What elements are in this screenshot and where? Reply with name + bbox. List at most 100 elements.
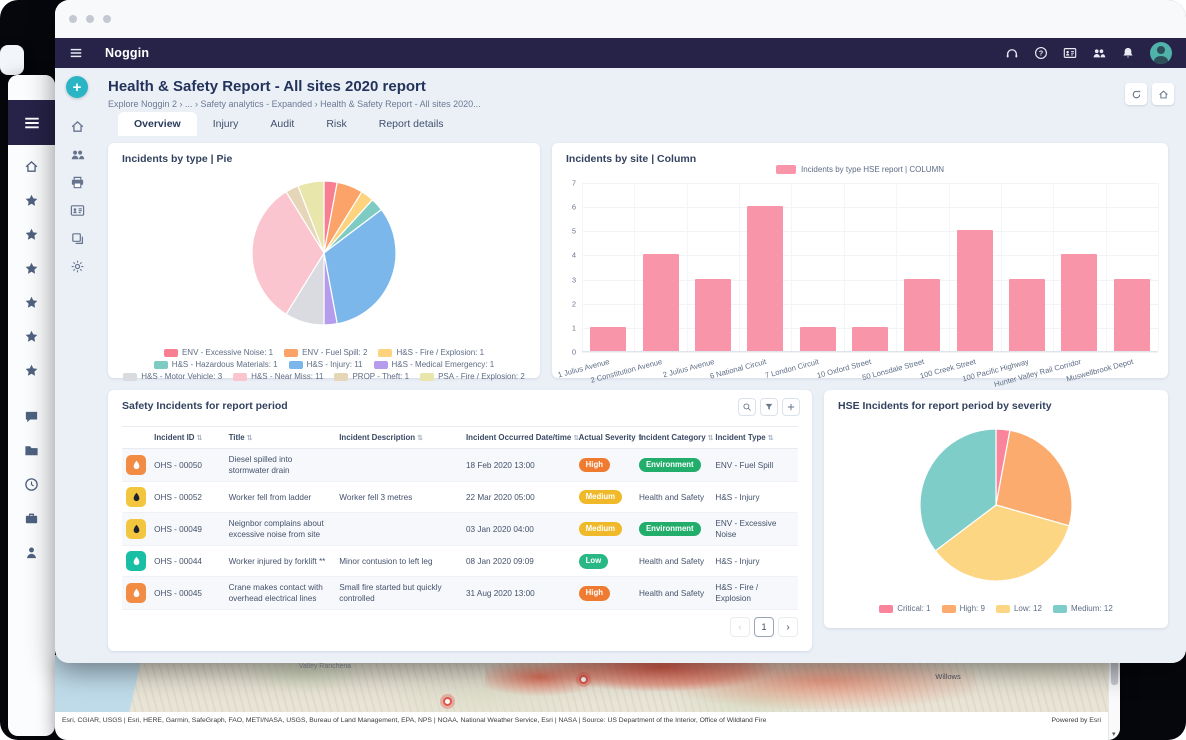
sidebar-star-icon[interactable] [24, 217, 39, 251]
bar[interactable] [747, 206, 783, 351]
hamburger-menu-icon[interactable] [23, 114, 41, 132]
sidebar-star-icon[interactable] [24, 319, 39, 353]
copy-icon[interactable] [69, 224, 85, 252]
legend-item[interactable]: Critical: 1 [879, 604, 930, 613]
column-header[interactable]: Incident Occurred Date/time⇅ [462, 427, 575, 449]
legend-item[interactable]: H&S - Injury: 11 [289, 360, 363, 369]
legend-item[interactable]: PROP - Theft: 1 [334, 372, 409, 381]
sidebar-clock-icon[interactable] [24, 467, 39, 501]
sidebar-star-icon[interactable] [24, 251, 39, 285]
bar[interactable] [1061, 254, 1097, 351]
sidebar-star-icon[interactable] [24, 285, 39, 319]
bar[interactable] [695, 279, 731, 351]
bell-icon[interactable] [1121, 46, 1135, 60]
legend-item[interactable]: H&S - Near Miss: 11 [233, 372, 323, 381]
table-plus-button[interactable] [782, 398, 800, 416]
scrollbar-down-arrow[interactable]: ▾ [1112, 730, 1116, 738]
contact-card-icon[interactable] [69, 196, 85, 224]
column-header [122, 427, 150, 449]
gridline [949, 183, 950, 351]
column-header[interactable]: Incident ID⇅ [150, 427, 224, 449]
sidebar-home-icon[interactable] [24, 149, 39, 183]
legend-item[interactable]: ENV - Excessive Noise: 1 [164, 348, 273, 357]
pagination-current-page[interactable]: 1 [754, 617, 774, 637]
table-row[interactable]: OHS - 00049 Neignbor complains about exc… [122, 513, 798, 546]
sort-icon[interactable]: ⇅ [417, 435, 423, 442]
tab-audit[interactable]: Audit [254, 112, 310, 136]
tab-risk[interactable]: Risk [310, 112, 362, 136]
bar[interactable] [1009, 279, 1045, 351]
create-new-button[interactable]: + [66, 76, 88, 98]
home-button[interactable] [1152, 83, 1174, 105]
bar[interactable] [1114, 279, 1150, 351]
legend-item[interactable]: High: 9 [942, 604, 985, 613]
legend-item[interactable]: ENV - Fuel Spill: 2 [284, 348, 367, 357]
table-search-button[interactable] [738, 398, 756, 416]
fire-marker[interactable] [443, 697, 452, 706]
table-row[interactable]: OHS - 00052 Worker fell from ladder Work… [122, 482, 798, 513]
support-arc-icon[interactable] [1005, 46, 1019, 60]
sidebar-folder-icon[interactable] [24, 433, 39, 467]
bar[interactable] [904, 279, 940, 351]
sort-icon[interactable]: ⇅ [708, 435, 714, 442]
table-filter-button[interactable] [760, 398, 778, 416]
legend-item[interactable]: Low: 12 [996, 604, 1042, 613]
home-icon[interactable] [69, 112, 85, 140]
legend-item[interactable]: H&S - Hazardous Materials: 1 [154, 360, 278, 369]
bar[interactable] [800, 327, 836, 351]
help-icon[interactable]: ? [1034, 46, 1048, 60]
window-control-dot[interactable] [69, 15, 77, 23]
legend-item[interactable]: Medium: 12 [1053, 604, 1113, 613]
contact-card-icon[interactable] [1063, 46, 1077, 60]
brand-logo[interactable]: Noggin [105, 46, 149, 60]
column-header[interactable]: Incident Description⇅ [335, 427, 462, 449]
sidebar-star-icon[interactable] [24, 183, 39, 217]
legend-item[interactable]: H&S - Fire / Explosion: 1 [378, 348, 484, 357]
column-chart-plot[interactable] [582, 183, 1158, 352]
people-icon[interactable] [1092, 46, 1106, 60]
column-header[interactable]: Title⇅ [225, 427, 336, 449]
tab-report-details[interactable]: Report details [363, 112, 460, 136]
refresh-button[interactable] [1125, 83, 1147, 105]
fire-marker[interactable] [579, 675, 588, 684]
sidebar-star-icon[interactable] [24, 353, 39, 387]
sidebar-briefcase-icon[interactable] [24, 501, 39, 535]
bar[interactable] [957, 230, 993, 351]
sort-icon[interactable]: ⇅ [247, 435, 253, 442]
severity-pie-chart[interactable] [824, 418, 1168, 582]
tab-injury[interactable]: Injury [197, 112, 255, 136]
window-control-dot[interactable] [86, 15, 94, 23]
legend-item[interactable]: H&S - Medical Emergency: 1 [374, 360, 495, 369]
pagination-next-button[interactable]: › [778, 617, 798, 637]
column-header[interactable]: Incident Type⇅ [711, 427, 798, 449]
legend-item[interactable]: H&S - Motor Vehicle: 3 [123, 372, 222, 381]
map-canvas[interactable]: Valley Rancheria Willows [55, 655, 1108, 712]
people-icon[interactable] [69, 140, 85, 168]
gear-icon[interactable] [69, 252, 85, 280]
bar[interactable] [852, 327, 888, 351]
incidents-by-type-pie-chart[interactable] [108, 169, 540, 347]
bar[interactable] [590, 327, 626, 351]
breadcrumb[interactable]: Explore Noggin 2 › ... › Safety analytic… [108, 99, 481, 109]
legend-item[interactable]: PSA - Fire / Explosion: 2 [420, 372, 525, 381]
gridline [582, 231, 1158, 232]
bar[interactable] [643, 254, 679, 351]
column-header[interactable]: Incident Category⇅ [635, 427, 711, 449]
table-row[interactable]: OHS - 00050 Diesel spilled into stormwat… [122, 449, 798, 482]
column-header[interactable]: Actual Severity⇅ [575, 427, 635, 449]
map-scrollbar[interactable]: ▾ [1108, 655, 1120, 740]
sidebar-chat-icon[interactable] [24, 399, 39, 433]
incidents-by-site-card: Incidents by site | Column Incidents by … [552, 143, 1168, 378]
printer-icon[interactable] [69, 168, 85, 196]
tab-overview[interactable]: Overview [118, 112, 197, 136]
column-chart-legend[interactable]: Incidents by type HSE report | COLUMN [552, 165, 1168, 174]
sort-icon[interactable]: ⇅ [197, 435, 203, 442]
window-control-dot[interactable] [103, 15, 111, 23]
sort-icon[interactable]: ⇅ [768, 435, 774, 442]
table-row[interactable]: OHS - 00045 Crane makes contact with ove… [122, 577, 798, 610]
pagination-prev-button[interactable]: ‹ [730, 617, 750, 637]
table-row[interactable]: OHS - 00044 Worker injured by forklift *… [122, 546, 798, 577]
sidebar-person-icon[interactable] [24, 535, 39, 569]
user-avatar[interactable] [1150, 42, 1172, 64]
hamburger-menu-icon[interactable] [69, 46, 83, 60]
